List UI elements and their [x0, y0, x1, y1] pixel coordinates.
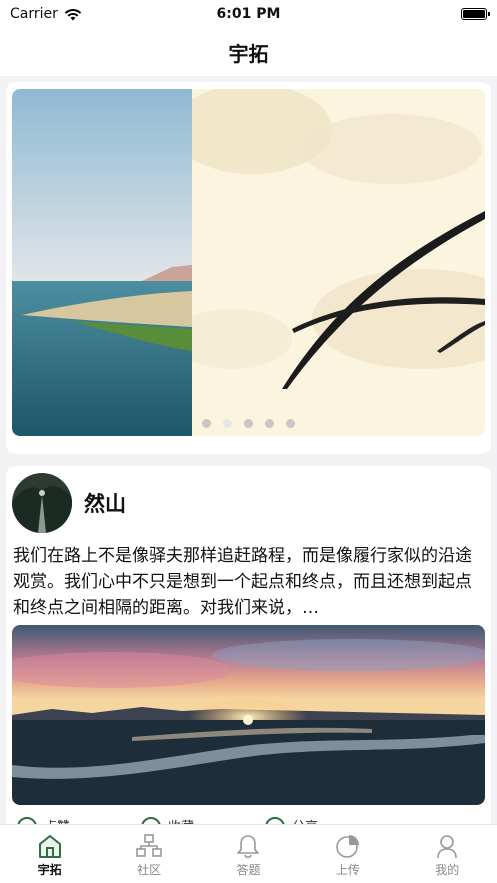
wifi-icon — [64, 8, 82, 20]
nav-bar: 宇拓 — [0, 28, 497, 76]
status-bar: Carrier 6:01 PM — [0, 0, 497, 28]
community-icon — [136, 834, 162, 857]
tab-quiz-label: 答题 — [236, 863, 261, 877]
banner-lake-image — [12, 89, 192, 436]
page-title: 宇拓 — [228, 41, 269, 66]
battery-level — [463, 10, 485, 18]
tab-home-label: 宇拓 — [37, 863, 62, 877]
banner-card — [6, 82, 491, 454]
tab-community[interactable]: 社区 — [109, 833, 189, 878]
carousel-dot[interactable] — [244, 419, 253, 428]
upload-pie-icon — [336, 835, 359, 858]
profile-icon — [437, 835, 458, 859]
carousel-dots — [202, 419, 295, 428]
tab-bar: 宇拓 社区 答题 上传 我的 — [0, 824, 497, 883]
tab-profile-label: 我的 — [435, 863, 460, 877]
post-image[interactable] — [12, 625, 485, 805]
tab-quiz[interactable]: 答题 — [208, 833, 288, 878]
status-left: Carrier — [10, 6, 82, 22]
carousel-dot[interactable] — [286, 419, 295, 428]
post-card[interactable]: 然山 我们在路上不是像驿夫那样追赶路程，而是像履行家似的沿途观赏。我们心中不只是… — [6, 466, 491, 866]
carousel-dot-active[interactable] — [223, 419, 232, 428]
post-author[interactable]: 然山 — [84, 488, 126, 518]
banner-ink-painting — [172, 89, 485, 436]
post-header: 然山 — [12, 473, 126, 533]
avatar[interactable] — [12, 473, 72, 533]
tab-profile[interactable]: 我的 — [407, 833, 487, 878]
tab-upload-label: 上传 — [335, 863, 360, 877]
banner-carousel[interactable] — [12, 89, 485, 436]
battery-icon — [461, 8, 490, 20]
home-icon — [38, 835, 61, 858]
tab-upload[interactable]: 上传 — [308, 833, 388, 878]
bell-icon — [237, 835, 260, 859]
tab-home[interactable]: 宇拓 — [10, 833, 90, 878]
carrier-label: Carrier — [10, 6, 58, 22]
post-text[interactable]: 我们在路上不是像驿夫那样追赶路程，而是像履行家似的沿途观赏。我们心中不只是想到一… — [13, 543, 485, 621]
tab-community-label: 社区 — [137, 863, 162, 877]
carousel-dot[interactable] — [265, 419, 274, 428]
carousel-dot[interactable] — [202, 419, 211, 428]
